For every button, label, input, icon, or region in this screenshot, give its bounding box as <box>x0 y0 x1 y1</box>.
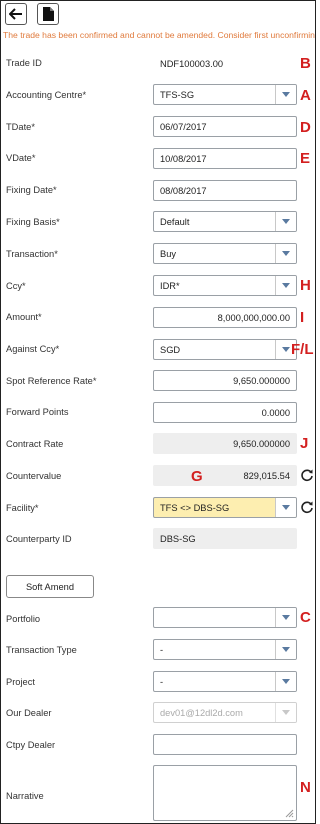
annotation-a: A <box>300 87 311 104</box>
counterparty-id-value: DBS-SG <box>153 528 297 549</box>
chevron-down-icon[interactable] <box>275 640 296 659</box>
ccy-select[interactable]: IDR* <box>153 275 297 296</box>
amount-label: Amount* <box>6 312 42 322</box>
contract-rate-label: Contract Rate <box>6 439 64 449</box>
transaction-select[interactable]: Buy <box>153 243 297 264</box>
portfolio-label: Portfolio <box>6 614 41 624</box>
annotation-i: I <box>300 309 305 326</box>
fixing-basis-label: Fixing Basis* <box>6 217 60 227</box>
spot-rate-label: Spot Reference Rate* <box>6 376 97 386</box>
transaction-type-select[interactable]: - <box>153 639 297 660</box>
fixing-date-label: Fixing Date* <box>6 185 57 195</box>
project-label: Project <box>6 677 35 687</box>
fixing-basis-select[interactable]: Default <box>153 211 297 232</box>
chevron-down-icon[interactable] <box>275 276 296 295</box>
against-ccy-select[interactable]: SGD <box>153 339 297 360</box>
vdate-input[interactable]: 10/08/2017 <box>153 148 297 169</box>
chevron-down-icon[interactable] <box>275 85 296 104</box>
chevron-down-icon <box>275 703 296 722</box>
forward-points-input[interactable]: 0.0000 <box>153 402 297 423</box>
chevron-down-icon[interactable] <box>275 608 296 627</box>
refresh-icon[interactable] <box>300 468 314 482</box>
transaction-label: Transaction* <box>6 249 58 259</box>
contract-rate-value: 9,650.000000 <box>153 433 297 454</box>
soft-amend-button[interactable]: Soft Amend <box>6 575 94 598</box>
against-ccy-label: Against Ccy* <box>6 344 60 354</box>
ctpy-dealer-input[interactable] <box>153 734 297 755</box>
countervalue-label: Countervalue <box>6 471 62 481</box>
fixing-date-input[interactable]: 08/08/2017 <box>153 180 297 201</box>
tdate-label: TDate* <box>6 122 35 132</box>
confirmation-warning: The trade has been confirmed and cannot … <box>3 30 316 40</box>
resize-grip-icon[interactable] <box>284 808 294 818</box>
annotation-b: B <box>300 55 311 72</box>
transaction-type-label: Transaction Type <box>6 645 77 655</box>
trade-id-label: Trade ID <box>6 58 42 68</box>
counterparty-id-label: Counterparty ID <box>6 534 72 544</box>
spot-rate-input[interactable]: 9,650.000000 <box>153 370 297 391</box>
chevron-down-icon[interactable] <box>275 672 296 691</box>
our-dealer-select: dev01@12dl2d.com <box>153 702 297 723</box>
annotation-e: E <box>300 150 311 167</box>
accounting-centre-select[interactable]: TFS-SG <box>153 84 297 105</box>
facility-label: Facility* <box>6 503 39 513</box>
portfolio-select[interactable] <box>153 607 297 628</box>
countervalue-value: 829,015.54 <box>153 465 297 486</box>
chevron-down-icon[interactable] <box>275 498 296 517</box>
facility-select[interactable]: TFS <> DBS-SG <box>153 497 297 518</box>
annotation-c: C <box>300 609 311 626</box>
annotation-g: G <box>191 468 203 485</box>
trade-form: The trade has been confirmed and cannot … <box>0 0 316 824</box>
annotation-n: N <box>300 779 311 796</box>
tdate-input[interactable]: 06/07/2017 <box>153 116 297 137</box>
arrow-left-icon <box>9 8 22 20</box>
vdate-label: VDate* <box>6 153 36 163</box>
annotation-d: D <box>300 119 311 136</box>
document-icon <box>43 7 54 21</box>
narrative-label: Narrative <box>6 791 44 801</box>
trade-id-value: NDF100003.00 <box>153 53 297 74</box>
refresh-icon[interactable] <box>300 500 314 514</box>
narrative-textarea[interactable] <box>153 765 297 821</box>
annotation-h: H <box>300 277 311 294</box>
project-select[interactable]: - <box>153 671 297 692</box>
annotation-f-l: F/L <box>291 341 314 358</box>
forward-points-label: Forward Points <box>6 407 69 417</box>
chevron-down-icon[interactable] <box>275 244 296 263</box>
document-button[interactable] <box>37 3 59 25</box>
chevron-down-icon[interactable] <box>275 212 296 231</box>
ctpy-dealer-label: Ctpy Dealer <box>6 740 56 750</box>
back-button[interactable] <box>5 3 27 25</box>
annotation-j: J <box>300 435 309 452</box>
ccy-label: Ccy* <box>6 281 26 291</box>
our-dealer-label: Our Dealer <box>6 708 52 718</box>
accounting-centre-label: Accounting Centre* <box>6 90 87 100</box>
amount-input[interactable]: 8,000,000,000.00 <box>153 307 297 328</box>
